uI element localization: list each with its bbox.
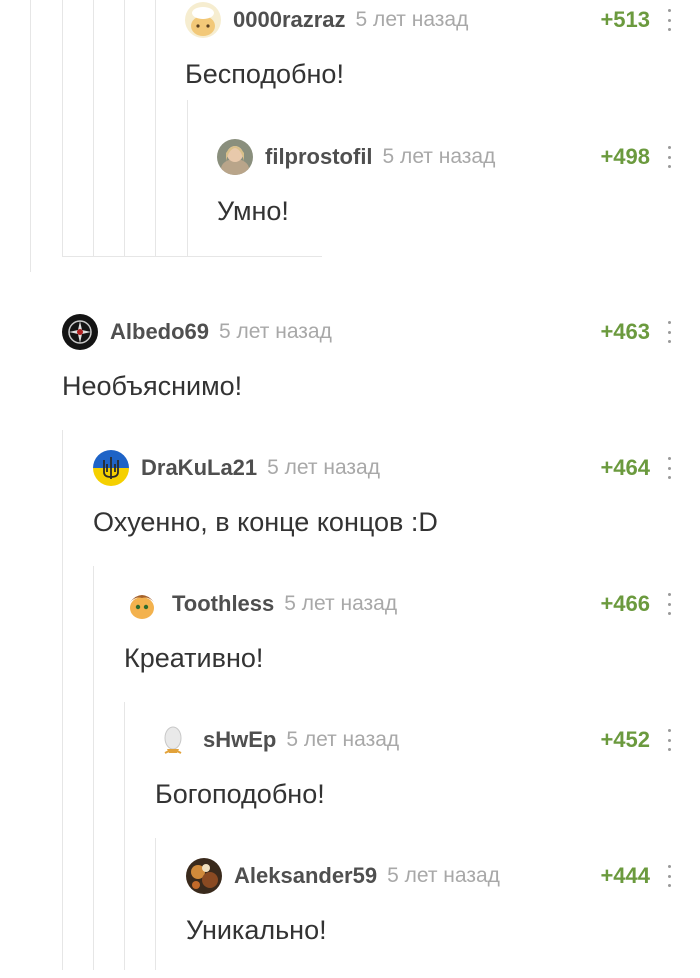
comment-author[interactable]: Aleksander59: [234, 863, 377, 889]
comment: 0000razraz 5 лет назад +513 Бесподобно!: [0, 2, 700, 122]
comment-time: 5 лет назад: [387, 864, 500, 887]
comment-author[interactable]: sHwEp: [203, 727, 276, 753]
cartoon-avatar-icon[interactable]: [185, 2, 221, 38]
comment: filprostofil 5 лет назад +498 Умно!: [0, 139, 700, 259]
more-options-icon[interactable]: [664, 321, 674, 343]
more-options-icon[interactable]: [664, 146, 674, 168]
comment: Toothless 5 лет назад +466 Креативно!: [0, 586, 700, 706]
pony-avatar-icon[interactable]: [124, 586, 160, 622]
comment-time: 5 лет назад: [382, 145, 496, 168]
comment-text: Умно!: [217, 196, 289, 226]
comment-time: 5 лет назад: [355, 8, 469, 31]
comment-text: Богоподобно!: [155, 779, 325, 809]
more-options-icon[interactable]: [664, 865, 674, 887]
comment-rating: +444: [600, 863, 650, 888]
comment: Albedo69 5 лет назад +463 Необъяснимо!: [0, 314, 700, 434]
comment-rating: +463: [600, 319, 650, 344]
photo-avatar-icon[interactable]: [186, 858, 222, 894]
comment-rating: +466: [600, 591, 650, 616]
comment-time: 5 лет назад: [267, 456, 380, 479]
comment-text: Охуенно, в конце концов :D: [93, 507, 438, 537]
comment-time: 5 лет назад: [219, 320, 332, 343]
comment-rating: +464: [600, 455, 650, 480]
comment-author[interactable]: DraKuLa21: [141, 455, 257, 481]
comment-text: Необъяснимо!: [62, 371, 243, 401]
photo-avatar-icon[interactable]: [217, 139, 253, 175]
ukraine-trident-avatar-icon[interactable]: [93, 450, 129, 486]
dark-emblem-avatar-icon[interactable]: [62, 314, 98, 350]
comment: sHwEp 5 лет назад +452 Богоподобно!: [0, 722, 700, 842]
more-options-icon[interactable]: [664, 593, 674, 615]
comment-author[interactable]: Toothless: [172, 591, 274, 617]
more-options-icon[interactable]: [664, 457, 674, 479]
comment-text: Креативно!: [124, 643, 264, 673]
comment-time: 5 лет назад: [284, 592, 398, 615]
comment-time: 5 лет назад: [286, 728, 400, 751]
comment-rating: +452: [600, 727, 650, 752]
comment: DraKuLa21 5 лет назад +464 Охуенно, в ко…: [0, 450, 700, 570]
comment: Aleksander59 5 лет назад +444 Уникально!: [0, 858, 700, 978]
comment-text: Бесподобно!: [185, 59, 344, 89]
comment-author[interactable]: 0000razraz: [233, 7, 346, 33]
comment-text: Уникально!: [186, 915, 327, 945]
comment-rating: +498: [600, 144, 650, 169]
more-options-icon[interactable]: [664, 729, 674, 751]
egg-avatar-icon[interactable]: [155, 722, 191, 758]
more-options-icon[interactable]: [664, 9, 674, 31]
comment-author[interactable]: filprostofil: [265, 144, 373, 170]
comment-author[interactable]: Albedo69: [110, 319, 209, 345]
comment-rating: +513: [600, 7, 650, 32]
